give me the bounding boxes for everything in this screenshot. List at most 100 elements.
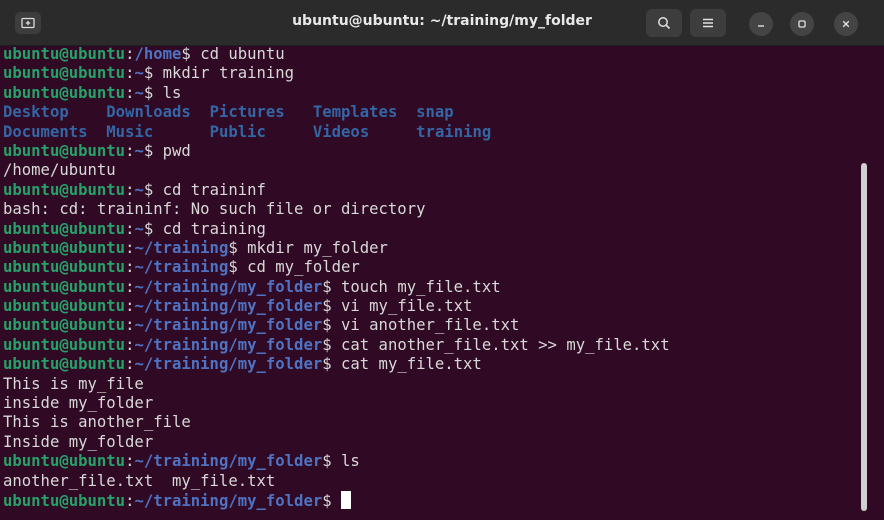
command-text: mkdir training <box>162 64 295 83</box>
directory-name: Desktop <box>3 103 69 122</box>
close-button[interactable] <box>834 12 858 36</box>
prompt-symbol: $ <box>322 297 341 316</box>
prompt-user: ubuntu@ubuntu <box>3 297 126 316</box>
prompt-path: ~ <box>134 83 144 102</box>
prompt-symbol: $ <box>322 316 341 335</box>
terminal-line: ubuntu@ubuntu:~/training/my_folder$ vi m… <box>3 297 853 316</box>
terminal-line: ubuntu@ubuntu:~$ cd training <box>3 220 853 239</box>
column-spacer <box>266 123 313 141</box>
command-text: ls <box>341 452 360 471</box>
search-button[interactable] <box>646 9 682 37</box>
terminal-line: ubuntu@ubuntu:~/training/my_folder$ cat … <box>3 355 853 374</box>
prompt-symbol: $ <box>228 258 248 277</box>
output-text: This is my_file <box>3 374 144 393</box>
column-spacer <box>369 123 416 141</box>
text-cursor <box>341 490 351 509</box>
output-text: inside my_folder <box>3 394 154 413</box>
terminal-output[interactable]: ubuntu@ubuntu:/home$ cd ubuntu ubuntu@ubu… <box>3 45 853 520</box>
prompt-path: ~/training/my_folder <box>134 355 323 374</box>
prompt-user: ubuntu@ubuntu <box>3 238 126 257</box>
terminal-line: ubuntu@ubuntu:~/training$ cd my_folder <box>3 258 853 277</box>
column-spacer <box>153 123 209 141</box>
prompt-user: ubuntu@ubuntu <box>3 335 126 354</box>
terminal-line: Inside my_folder <box>3 433 853 452</box>
terminal-line: ubuntu@ubuntu:~/training/my_folder$ <box>3 490 853 510</box>
title-bar: ubuntu@ubuntu: ~/training/my_folder <box>0 0 884 46</box>
prompt-user: ubuntu@ubuntu <box>3 45 126 63</box>
maximize-icon <box>798 20 806 28</box>
prompt-user: ubuntu@ubuntu <box>3 219 126 238</box>
prompt-path: ~/training/my_folder <box>134 452 323 471</box>
minimize-button[interactable] <box>749 12 773 36</box>
prompt-path: ~ <box>134 180 144 199</box>
prompt-symbol: $ <box>228 238 248 257</box>
directory-name: training <box>416 122 492 141</box>
maximize-button[interactable] <box>790 12 814 36</box>
terminal-line: ubuntu@ubuntu:~$ ls <box>3 84 853 103</box>
prompt-user: ubuntu@ubuntu <box>3 141 126 160</box>
directory-name: Templates <box>312 103 398 122</box>
column-spacer <box>285 103 313 121</box>
terminal-window: ubuntu@ubuntu: ~/training/my_folder ubun… <box>0 0 884 520</box>
minimize-icon <box>758 25 764 27</box>
close-icon <box>842 20 850 28</box>
command-text: pwd <box>162 141 191 160</box>
command-text: cd ubuntu <box>200 45 285 63</box>
terminal-line: bash: cd: traininf: No such file or dire… <box>3 200 853 219</box>
terminal-line: ubuntu@ubuntu:/home$ cd ubuntu <box>3 45 853 64</box>
prompt-path: ~ <box>134 141 144 160</box>
prompt-path: ~ <box>134 64 144 83</box>
column-spacer <box>397 103 416 121</box>
command-text: mkdir my_folder <box>247 238 388 257</box>
prompt-user: ubuntu@ubuntu <box>3 180 126 199</box>
prompt-path: ~/training/my_folder <box>134 316 323 335</box>
output-text: Inside my_folder <box>3 432 154 451</box>
column-spacer <box>69 103 107 121</box>
prompt-symbol: $ <box>143 64 163 83</box>
directory-name: Pictures <box>209 103 285 122</box>
directory-name: Documents <box>3 122 88 141</box>
prompt-path: ~ <box>134 219 144 238</box>
terminal-line: ubuntu@ubuntu:~$ pwd <box>3 142 853 161</box>
prompt-path: ~/training/my_folder <box>134 277 323 296</box>
terminal-line: ubuntu@ubuntu:~$ mkdir training <box>3 64 853 83</box>
terminal-line: Desktop Downloads Pictures Templates sna… <box>3 103 853 122</box>
terminal-line: Documents Music Public Videos training <box>3 123 853 142</box>
command-text: cd traininf <box>162 180 266 199</box>
prompt-user: ubuntu@ubuntu <box>3 452 126 471</box>
output-text: /home/ubuntu <box>3 161 116 180</box>
output-text: another_file.txt my_file.txt <box>3 471 276 490</box>
terminal-line: This is another_file <box>3 413 853 432</box>
command-text: cd training <box>162 219 266 238</box>
command-text: cd my_folder <box>247 258 360 277</box>
prompt-symbol: $ <box>143 219 163 238</box>
terminal-line: another_file.txt my_file.txt <box>3 472 853 491</box>
scrollbar[interactable] <box>861 163 867 511</box>
prompt-symbol: $ <box>322 335 341 354</box>
prompt-path: ~/training/my_folder <box>134 491 323 510</box>
prompt-symbol: $ <box>181 45 201 63</box>
terminal-line: This is my_file <box>3 375 853 394</box>
prompt-user: ubuntu@ubuntu <box>3 277 126 296</box>
output-text: bash: cd: traininf: No such file or dire… <box>3 200 426 219</box>
prompt-path: ~/training <box>134 258 229 277</box>
prompt-symbol: $ <box>143 180 163 199</box>
prompt-user: ubuntu@ubuntu <box>3 355 126 374</box>
terminal-line: ubuntu@ubuntu:~/training/my_folder$ ls <box>3 452 853 471</box>
output-text: This is another_file <box>3 413 191 432</box>
menu-button[interactable] <box>690 9 726 37</box>
prompt-user: ubuntu@ubuntu <box>3 491 126 510</box>
command-text: cat another_file.txt >> my_file.txt <box>341 335 670 354</box>
prompt-user: ubuntu@ubuntu <box>3 316 126 335</box>
directory-name: snap <box>416 103 454 122</box>
directory-name: Music <box>106 122 154 141</box>
command-text: cat my_file.txt <box>341 355 482 374</box>
terminal-line: ubuntu@ubuntu:~/training/my_folder$ cat … <box>3 336 853 355</box>
prompt-path: ~/training/my_folder <box>134 335 323 354</box>
hamburger-menu-icon <box>703 18 713 28</box>
terminal-line: ubuntu@ubuntu:~/training$ mkdir my_folde… <box>3 239 853 258</box>
directory-name: Downloads <box>106 103 191 122</box>
prompt-symbol: $ <box>143 83 163 102</box>
prompt-symbol: $ <box>322 355 341 374</box>
prompt-user: ubuntu@ubuntu <box>3 64 126 83</box>
